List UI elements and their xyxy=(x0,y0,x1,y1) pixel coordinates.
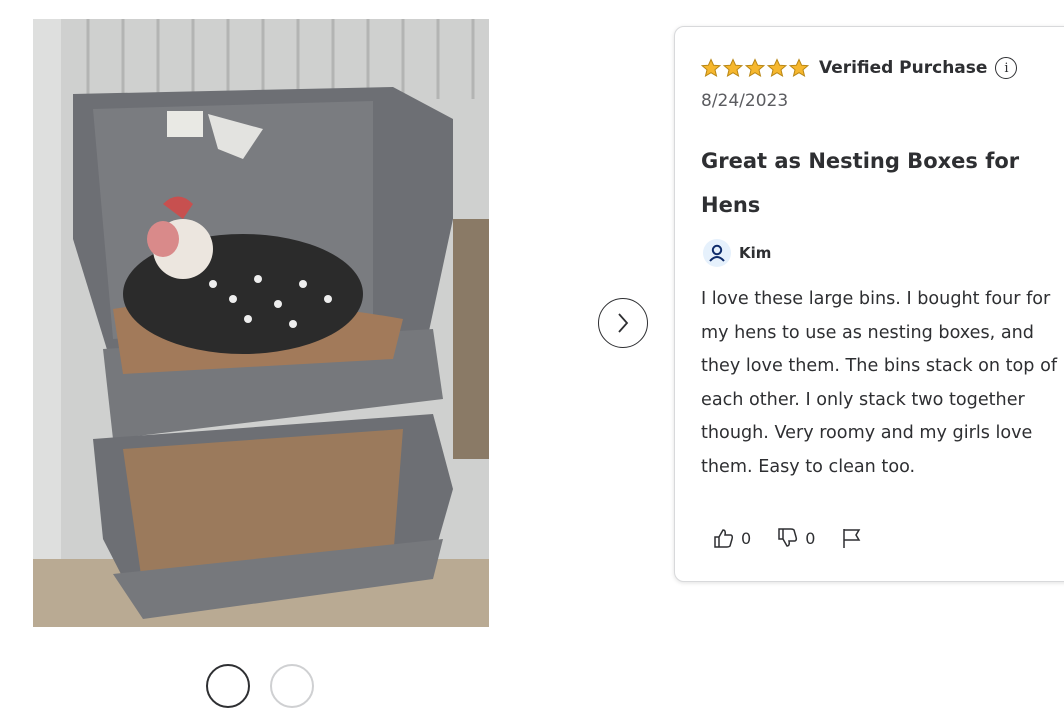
review-title: Great as Nesting Boxes for Hens xyxy=(701,149,1020,217)
star-icon xyxy=(701,58,721,78)
thumbs-down-icon xyxy=(778,528,798,547)
flag-icon xyxy=(843,529,861,548)
carousel-dot[interactable] xyxy=(270,664,314,708)
carousel-dot-active[interactable] xyxy=(206,664,250,708)
next-review-button[interactable] xyxy=(598,298,648,348)
review-actions: 0 0 xyxy=(713,527,863,549)
unhelpful-button[interactable]: 0 xyxy=(777,527,815,549)
star-icon xyxy=(767,58,787,78)
star-icon xyxy=(789,58,809,78)
review-card: Verified Purchase i 8/24/2023 Great as N… xyxy=(674,26,1064,582)
rating-row: Verified Purchase i xyxy=(701,57,1018,79)
star-rating xyxy=(701,58,809,78)
verified-purchase-label: Verified Purchase xyxy=(819,58,988,78)
info-icon[interactable]: i xyxy=(995,57,1018,79)
chevron-right-icon xyxy=(618,313,629,333)
review-body: I love these large bins. I bought four f… xyxy=(701,289,1058,477)
report-button[interactable] xyxy=(841,527,863,549)
review-photo[interactable] xyxy=(33,19,489,627)
review-author: Kim xyxy=(703,239,771,267)
star-icon xyxy=(745,58,765,78)
user-icon xyxy=(703,239,731,267)
review-date: 8/24/2023 xyxy=(701,91,789,111)
author-name: Kim xyxy=(739,244,772,262)
helpful-button[interactable]: 0 xyxy=(713,527,751,549)
carousel-indicators xyxy=(206,664,326,708)
star-icon xyxy=(723,58,743,78)
thumbs-up-icon xyxy=(714,529,734,548)
unhelpful-count: 0 xyxy=(805,528,816,548)
helpful-count: 0 xyxy=(741,528,752,548)
review-photo-illustration xyxy=(33,19,489,627)
